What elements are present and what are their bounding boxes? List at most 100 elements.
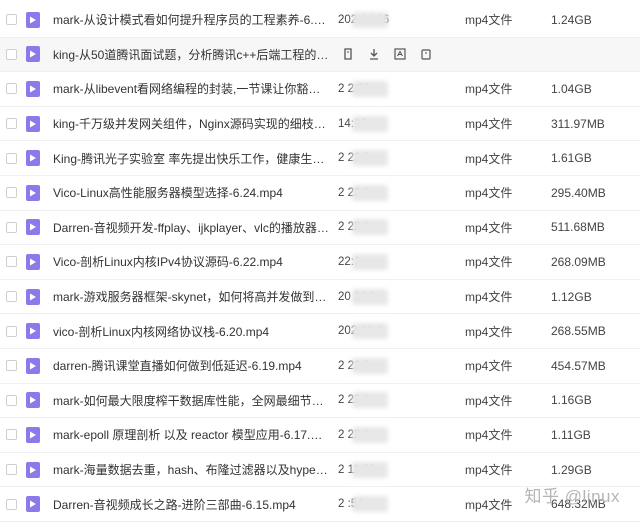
- file-type: mp4文件: [465, 290, 513, 305]
- date-redaction: [352, 496, 388, 513]
- file-name[interactable]: mark-从libevent看网络编程的封装,一节课让你豁然开朗...: [53, 80, 331, 97]
- date-redaction: [352, 115, 388, 132]
- video-file-icon: [26, 496, 40, 513]
- date-redaction: [352, 253, 388, 270]
- file-size: 1.12GB: [551, 289, 592, 304]
- file-name[interactable]: vico-剖析Linux内核网络协议栈-6.20.mp4: [53, 323, 331, 340]
- video-file-icon: [26, 461, 40, 478]
- video-file-icon: [26, 115, 40, 132]
- file-name[interactable]: Darren-音视频成长之路-进阶三部曲-6.15.mp4: [53, 496, 331, 513]
- row-checkbox[interactable]: [6, 48, 17, 60]
- video-file-icon: [26, 219, 40, 236]
- file-type: mp4文件: [465, 117, 513, 132]
- file-size: 311.97MB: [551, 116, 605, 131]
- file-row[interactable]: Vico-Linux高性能服务器模型选择-6.24.mp4 2 22:1 mp4…: [0, 176, 640, 211]
- file-size: 1.11GB: [551, 427, 591, 442]
- video-file-icon: [26, 80, 40, 97]
- file-size: 295.40MB: [551, 185, 606, 200]
- date-redaction: [352, 323, 388, 340]
- row-actions: [342, 48, 432, 61]
- file-name[interactable]: Vico-Linux高性能服务器模型选择-6.24.mp4: [53, 184, 331, 201]
- file-name[interactable]: Darren-音视频开发-ffplay、ijkplayer、vlc的播放器设计.…: [53, 219, 331, 236]
- file-row[interactable]: vico-剖析Linux内核网络协议栈-6.20.mp4 202 22:1 mp…: [0, 314, 640, 349]
- file-type: mp4文件: [465, 220, 513, 235]
- file-row[interactable]: mark-epoll 原理剖析 以及 reactor 模型应用-6.17.mp4…: [0, 418, 640, 453]
- file-name[interactable]: mark-如何最大限度榨干数据库性能，全网最细节讲解缓...: [53, 392, 331, 409]
- file-name[interactable]: mark-epoll 原理剖析 以及 reactor 模型应用-6.17.mp4: [53, 426, 331, 443]
- row-checkbox[interactable]: [6, 360, 17, 372]
- date-redaction: [352, 11, 388, 28]
- file-size: 1.16GB: [551, 393, 592, 408]
- video-file-icon: [26, 11, 40, 28]
- file-type: mp4文件: [465, 359, 513, 374]
- file-row[interactable]: King-腾讯光子实验室 率先提出快乐工作，健康生活，99... 2 22:1 …: [0, 141, 640, 176]
- file-row[interactable]: Vico-剖析Linux内核IPv4协议源码-6.22.mp4 22:1 mp4…: [0, 245, 640, 280]
- date-redaction: [352, 461, 388, 478]
- video-file-icon: [26, 392, 40, 409]
- watermark: 知乎 @linux: [524, 487, 620, 506]
- share-icon[interactable]: [342, 48, 354, 61]
- file-size: 1.61GB: [551, 151, 592, 166]
- file-row[interactable]: darren-腾讯课堂直播如何做到低延迟-6.19.mp4 2 22:1 mp4…: [0, 349, 640, 384]
- file-row[interactable]: king-从50道腾讯面试题，分析腾讯c++后端工程的技能...: [0, 37, 640, 73]
- date-redaction: [352, 357, 388, 374]
- file-list: mark-从设计模式看如何提升程序员的工程素养-6.28.mp4 202 14:…: [0, 3, 640, 522]
- file-type: mp4文件: [465, 428, 513, 443]
- row-checkbox[interactable]: [6, 429, 17, 441]
- date-redaction: [352, 184, 388, 201]
- file-type: mp4文件: [465, 151, 513, 166]
- file-size: 511.68MB: [551, 220, 605, 235]
- row-checkbox[interactable]: [6, 291, 17, 303]
- date-redaction: [352, 392, 388, 409]
- date-redaction: [352, 80, 388, 97]
- file-size: 268.55MB: [551, 324, 606, 339]
- file-name[interactable]: Vico-剖析Linux内核IPv4协议源码-6.22.mp4: [53, 253, 331, 270]
- date-redaction: [352, 150, 388, 167]
- row-checkbox[interactable]: [6, 394, 17, 406]
- row-checkbox[interactable]: [6, 256, 17, 268]
- delete-icon[interactable]: [420, 48, 432, 61]
- file-type: mp4文件: [465, 393, 513, 408]
- file-size: 1.29GB: [551, 462, 592, 477]
- file-row[interactable]: mark-从设计模式看如何提升程序员的工程素养-6.28.mp4 202 14:…: [0, 3, 640, 38]
- file-name[interactable]: darren-腾讯课堂直播如何做到低延迟-6.19.mp4: [53, 357, 331, 374]
- row-checkbox[interactable]: [6, 152, 17, 164]
- video-file-icon: [26, 426, 40, 443]
- file-name[interactable]: King-腾讯光子实验室 率先提出快乐工作，健康生活，99...: [53, 150, 331, 167]
- video-file-icon: [26, 253, 40, 270]
- file-name[interactable]: mark-从设计模式看如何提升程序员的工程素养-6.28.mp4: [53, 11, 331, 28]
- file-row[interactable]: mark-如何最大限度榨干数据库性能，全网最细节讲解缓... 2 22:1 mp…: [0, 384, 640, 419]
- row-checkbox[interactable]: [6, 464, 17, 476]
- video-file-icon: [26, 150, 40, 167]
- file-type: mp4文件: [465, 82, 513, 97]
- file-name[interactable]: mark-游戏服务器框架-skynet，如何将高并发做到极致-...: [53, 288, 331, 305]
- file-size: 454.57MB: [551, 358, 606, 373]
- row-checkbox[interactable]: [6, 14, 17, 26]
- file-type: mp4文件: [465, 186, 513, 201]
- row-checkbox[interactable]: [6, 118, 17, 130]
- video-file-icon: [26, 184, 40, 201]
- file-size: 268.09MB: [551, 254, 606, 269]
- file-type: mp4文件: [465, 13, 513, 28]
- file-row[interactable]: mark-从libevent看网络编程的封装,一节课让你豁然开朗... 2 2:…: [0, 72, 640, 107]
- file-row[interactable]: king-千万级并发网关组件，Nginx源码实现的细枝末节-6... 14:16…: [0, 107, 640, 142]
- file-name[interactable]: king-千万级并发网关组件，Nginx源码实现的细枝末节-6...: [53, 115, 331, 132]
- row-checkbox[interactable]: [6, 325, 17, 337]
- file-size: 1.24GB: [551, 12, 592, 27]
- file-type: mp4文件: [465, 255, 513, 270]
- file-type: mp4文件: [465, 463, 513, 478]
- file-name[interactable]: mark-海量数据去重，hash、布隆过滤器以及hyperlogl...: [53, 461, 331, 478]
- row-checkbox[interactable]: [6, 83, 17, 95]
- rename-icon[interactable]: [394, 48, 406, 61]
- file-row[interactable]: Darren-音视频开发-ffplay、ijkplayer、vlc的播放器设计.…: [0, 211, 640, 246]
- video-file-icon: [26, 357, 40, 374]
- video-file-icon: [26, 288, 40, 305]
- download-icon[interactable]: [368, 48, 380, 61]
- file-name[interactable]: king-从50道腾讯面试题，分析腾讯c++后端工程的技能...: [53, 46, 331, 63]
- row-checkbox[interactable]: [6, 187, 17, 199]
- date-redaction: [352, 288, 388, 305]
- video-file-icon: [26, 323, 40, 340]
- file-row[interactable]: mark-游戏服务器框架-skynet，如何将高并发做到极致-... 20 22…: [0, 280, 640, 315]
- row-checkbox[interactable]: [6, 498, 17, 510]
- row-checkbox[interactable]: [6, 221, 17, 233]
